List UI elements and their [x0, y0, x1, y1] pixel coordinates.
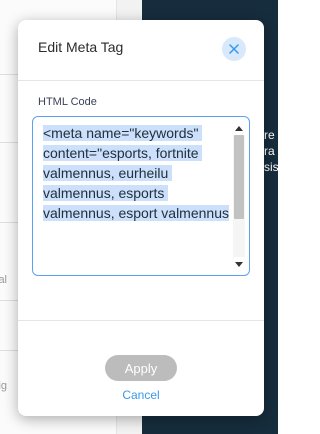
scroll-up-arrow-icon[interactable]: [233, 123, 245, 133]
close-icon: [229, 44, 239, 54]
scrollbar-thumb[interactable]: [234, 135, 244, 219]
cancel-link[interactable]: Cancel: [18, 388, 264, 402]
scrollbar-track: [233, 135, 245, 257]
textarea-scrollbar[interactable]: [233, 123, 245, 269]
html-code-value: <meta name="keywords" content="esports, …: [43, 123, 233, 223]
background-text: ra: [264, 144, 275, 158]
html-code-textarea[interactable]: <meta name="keywords" content="esports, …: [32, 116, 250, 276]
selected-code-text: <meta name="keywords" content="esports, …: [43, 125, 229, 221]
dialog-title: Edit Meta Tag: [38, 39, 124, 55]
background-text: ig: [0, 380, 7, 392]
edit-meta-tag-dialog: Edit Meta Tag HTML Code <meta name="keyw…: [18, 20, 264, 416]
close-button[interactable]: [222, 37, 246, 61]
background-text: al: [0, 274, 7, 286]
scroll-down-arrow-icon[interactable]: [233, 259, 245, 269]
background-text: re: [264, 128, 275, 142]
footer-divider: [18, 320, 264, 321]
html-code-label: HTML Code: [38, 96, 97, 108]
background-text: sis: [264, 160, 279, 174]
dialog-header: Edit Meta Tag: [18, 20, 264, 81]
apply-button[interactable]: Apply: [105, 355, 177, 381]
